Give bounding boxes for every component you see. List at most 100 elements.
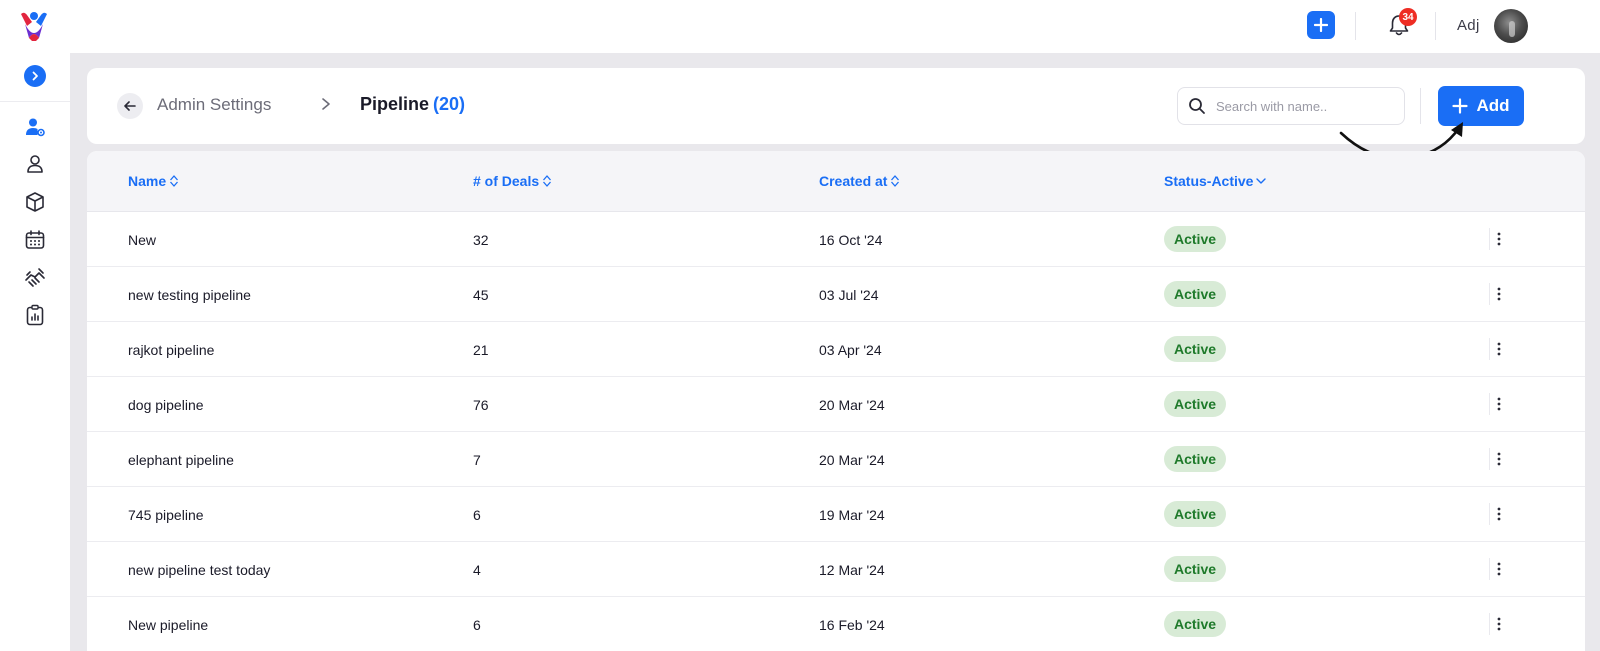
- table-row[interactable]: 745 pipeline 6 19 Mar '24 Active: [87, 487, 1585, 542]
- calendar-icon: [25, 230, 45, 249]
- breadcrumb-admin-settings[interactable]: Admin Settings: [157, 95, 271, 115]
- quick-add-button[interactable]: [1307, 11, 1335, 39]
- column-label: Name: [128, 173, 167, 189]
- created-date: 20 Mar '24: [819, 397, 885, 413]
- user-name[interactable]: Adj: [1457, 17, 1480, 34]
- person-icon: [27, 155, 43, 173]
- more-vertical-icon: [1497, 397, 1500, 411]
- table-row[interactable]: dog pipeline 76 20 Mar '24 Active: [87, 377, 1585, 432]
- status-badge: Active: [1164, 391, 1227, 417]
- sidebar-expand-button[interactable]: [24, 65, 46, 87]
- search-icon: [1189, 98, 1205, 114]
- sort-icon: [543, 175, 552, 187]
- user-settings-icon: [26, 118, 45, 137]
- table-row[interactable]: New 32 16 Oct '24 Active: [87, 212, 1585, 267]
- row-actions-button[interactable]: [1489, 613, 1507, 635]
- column-header-status[interactable]: Status-Active: [1164, 173, 1267, 189]
- created-date: 20 Mar '24: [819, 452, 885, 468]
- status-badge: Active: [1164, 611, 1227, 637]
- topbar-divider: [1355, 12, 1356, 40]
- created-date: 03 Apr '24: [819, 342, 882, 358]
- more-vertical-icon: [1497, 617, 1500, 631]
- created-date: 03 Jul '24: [819, 287, 879, 303]
- pipeline-name[interactable]: rajkot pipeline: [128, 342, 214, 358]
- deal-count: 7: [473, 452, 481, 468]
- sidebar-item-admin-settings[interactable]: [23, 115, 47, 139]
- more-vertical-icon: [1497, 452, 1500, 466]
- avatar[interactable]: [1494, 9, 1528, 43]
- row-actions-button[interactable]: [1489, 393, 1507, 415]
- chevron-down-icon: [1256, 178, 1267, 184]
- status-badge: Active: [1164, 556, 1227, 582]
- sort-icon: [891, 175, 900, 187]
- row-actions-button[interactable]: [1489, 228, 1507, 250]
- more-vertical-icon: [1497, 562, 1500, 576]
- created-date: 19 Mar '24: [819, 507, 885, 523]
- pipeline-table: Name # of Deals Created at Status-Active…: [87, 151, 1585, 651]
- more-vertical-icon: [1497, 507, 1500, 521]
- table-row[interactable]: new testing pipeline 45 03 Jul '24 Active: [87, 267, 1585, 322]
- page-title: Pipeline (20): [360, 94, 465, 115]
- column-label: Created at: [819, 173, 888, 189]
- add-button-label: Add: [1476, 96, 1510, 115]
- deal-count: 4: [473, 562, 481, 578]
- deal-count: 21: [473, 342, 489, 358]
- row-actions-button[interactable]: [1489, 503, 1507, 525]
- arrow-left-icon: [124, 101, 136, 111]
- page-title-text: Pipeline: [360, 94, 430, 114]
- pipeline-name[interactable]: elephant pipeline: [128, 452, 234, 468]
- sort-icon: [170, 175, 179, 187]
- pipeline-name[interactable]: 745 pipeline: [128, 507, 204, 523]
- deal-count: 76: [473, 397, 489, 413]
- app-logo[interactable]: [17, 8, 51, 42]
- column-header-name[interactable]: Name: [128, 173, 180, 189]
- created-date: 12 Mar '24: [819, 562, 885, 578]
- created-date: 16 Feb '24: [819, 617, 885, 633]
- sidebar: [0, 53, 70, 651]
- sidebar-item-calendar[interactable]: [23, 228, 47, 252]
- table-row[interactable]: elephant pipeline 7 20 Mar '24 Active: [87, 432, 1585, 487]
- pipeline-name[interactable]: New: [128, 232, 156, 248]
- column-header-deals[interactable]: # of Deals: [473, 173, 553, 189]
- row-actions-button[interactable]: [1489, 558, 1507, 580]
- sidebar-item-contacts[interactable]: [23, 152, 47, 176]
- chevron-right-icon: [322, 98, 330, 110]
- column-header-created[interactable]: Created at: [819, 173, 901, 189]
- back-button[interactable]: [117, 93, 143, 119]
- plus-icon: [1452, 98, 1469, 114]
- more-vertical-icon: [1497, 342, 1500, 356]
- plus-icon: [1314, 18, 1328, 32]
- deal-count: 32: [473, 232, 489, 248]
- search-input[interactable]: [1216, 98, 1396, 114]
- pipeline-name[interactable]: new testing pipeline: [128, 287, 251, 303]
- table-body: New 32 16 Oct '24 Active new testing pipelin…: [87, 212, 1585, 651]
- topbar-divider: [1435, 12, 1436, 40]
- deal-count: 6: [473, 507, 481, 523]
- sidebar-item-deals[interactable]: [23, 265, 47, 289]
- row-actions-button[interactable]: [1489, 448, 1507, 470]
- sidebar-item-products[interactable]: [23, 190, 47, 214]
- top-bar: 34 Adj: [0, 0, 1600, 53]
- table-header: Name # of Deals Created at Status-Active: [87, 151, 1585, 212]
- row-actions-button[interactable]: [1489, 283, 1507, 305]
- pipeline-count: (20): [433, 94, 466, 114]
- chevron-right-icon: [32, 71, 38, 81]
- box-icon: [26, 192, 44, 212]
- table-row[interactable]: rajkot pipeline 21 03 Apr '24 Active: [87, 322, 1585, 377]
- pipeline-name[interactable]: new pipeline test today: [128, 562, 270, 578]
- status-badge: Active: [1164, 281, 1227, 307]
- sidebar-item-reports[interactable]: [23, 303, 47, 327]
- more-vertical-icon: [1497, 287, 1500, 301]
- table-row[interactable]: new pipeline test today 4 12 Mar '24 Active: [87, 542, 1585, 597]
- sidebar-divider: [0, 101, 70, 102]
- column-label: Status-Active: [1164, 173, 1254, 189]
- status-badge: Active: [1164, 226, 1227, 252]
- table-row[interactable]: New pipeline 6 16 Feb '24 Active: [87, 597, 1585, 651]
- notification-badge: 34: [1399, 8, 1417, 26]
- pipeline-name[interactable]: New pipeline: [128, 617, 208, 633]
- status-badge: Active: [1164, 446, 1227, 472]
- row-actions-button[interactable]: [1489, 338, 1507, 360]
- header-divider: [1420, 88, 1421, 124]
- pipeline-name[interactable]: dog pipeline: [128, 397, 204, 413]
- created-date: 16 Oct '24: [819, 232, 883, 248]
